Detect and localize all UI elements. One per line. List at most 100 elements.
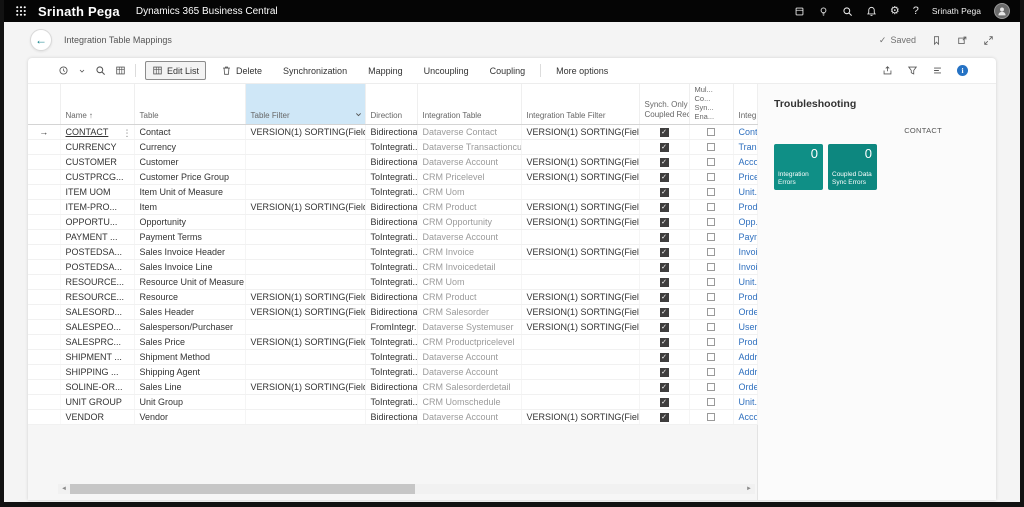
cell-multi-company-sync[interactable] (689, 244, 733, 259)
cell-table-filter[interactable]: VERSION(1) SORTING(Field1) W... (245, 199, 365, 214)
cell-table-filter[interactable]: VERSION(1) SORTING(Field1) W... (245, 124, 365, 139)
table-row[interactable]: UNIT GROUPUnit GroupToIntegrati...CRM Uo… (28, 394, 757, 409)
cell-integration-table[interactable]: CRM Productpricelevel (417, 334, 521, 349)
row-selector[interactable] (28, 154, 60, 169)
cell-integration-table-filter[interactable]: VERSION(1) SORTING(Field1) W... (521, 289, 639, 304)
checkbox-checked-icon[interactable]: ✓ (660, 338, 669, 347)
delete-button[interactable]: Delete (215, 62, 268, 79)
cell-integration-table-filter[interactable]: VERSION(1) SORTING(Field1) W... (521, 169, 639, 184)
table-row[interactable]: SALESORD...Sales HeaderVERSION(1) SORTIN… (28, 304, 757, 319)
cell-integration-field-caption[interactable]: Invoi... (733, 259, 757, 274)
coupled-data-sync-errors-tile[interactable]: 0 Coupled Data Sync Errors (828, 144, 877, 190)
cell-direction[interactable]: ToIntegrati... (365, 139, 417, 154)
cell-multi-company-sync[interactable] (689, 184, 733, 199)
row-selector[interactable] (28, 349, 60, 364)
checkbox-unchecked-icon[interactable] (707, 158, 715, 166)
cell-direction[interactable]: ToIntegrati... (365, 349, 417, 364)
checkbox-unchecked-icon[interactable] (707, 308, 715, 316)
cell-name[interactable]: POSTEDSA... (60, 259, 134, 274)
cell-direction[interactable]: Bidirectional (365, 154, 417, 169)
cell-multi-company-sync[interactable] (689, 319, 733, 334)
table-row[interactable]: PAYMENT ...Payment TermsToIntegrati...Da… (28, 229, 757, 244)
cell-table-filter[interactable] (245, 409, 365, 424)
cell-name[interactable]: SALESPRC... (60, 334, 134, 349)
row-selector[interactable] (28, 334, 60, 349)
record-name-link[interactable]: RESOURCE... (66, 277, 125, 287)
cell-integration-table-filter[interactable]: VERSION(1) SORTING(Field1) W... (521, 214, 639, 229)
cell-integration-field-caption[interactable]: Orde... (733, 379, 757, 394)
checkbox-checked-icon[interactable]: ✓ (660, 323, 669, 332)
row-selector[interactable] (28, 409, 60, 424)
column-header-multi-company[interactable]: Mul...Co...Syn...Ena... (689, 84, 733, 124)
cell-sync-only-coupled[interactable]: ✓ (639, 289, 689, 304)
checkbox-checked-icon[interactable]: ✓ (660, 308, 669, 317)
row-selector[interactable] (28, 169, 60, 184)
cell-multi-company-sync[interactable] (689, 364, 733, 379)
checkbox-checked-icon[interactable]: ✓ (660, 353, 669, 362)
cell-integration-table[interactable]: CRM Product (417, 289, 521, 304)
checkbox-unchecked-icon[interactable] (707, 353, 715, 361)
checkbox-unchecked-icon[interactable] (707, 293, 715, 301)
record-name-link[interactable]: RESOURCE... (66, 292, 125, 302)
cell-name[interactable]: CURRENCY (60, 139, 134, 154)
row-selector[interactable] (28, 364, 60, 379)
bookmark-icon[interactable] (931, 35, 942, 46)
cell-table-filter[interactable] (245, 259, 365, 274)
cell-name[interactable]: SOLINE-OR... (60, 379, 134, 394)
cell-integration-table-filter[interactable]: VERSION(1) SORTING(Field1) W... (521, 319, 639, 334)
cell-multi-company-sync[interactable] (689, 274, 733, 289)
cell-direction[interactable]: ToIntegrati... (365, 364, 417, 379)
cell-integration-table[interactable]: Dataverse Systemuser (417, 319, 521, 334)
scroll-right-icon[interactable]: ► (743, 484, 755, 494)
cell-sync-only-coupled[interactable]: ✓ (639, 199, 689, 214)
checkbox-checked-icon[interactable]: ✓ (660, 188, 669, 197)
info-icon[interactable]: i (957, 65, 968, 76)
table-row[interactable]: SOLINE-OR...Sales LineVERSION(1) SORTING… (28, 379, 757, 394)
cell-integration-table-filter[interactable] (521, 229, 639, 244)
record-name-link[interactable]: PAYMENT ... (66, 232, 118, 242)
cell-table[interactable]: Opportunity (134, 214, 245, 229)
cell-name[interactable]: UNIT GROUP (60, 394, 134, 409)
cell-name[interactable]: SHIPPING ... (60, 364, 134, 379)
horizontal-scrollbar[interactable]: ◄ ► (58, 484, 755, 494)
cell-integration-field-caption[interactable]: Invoi... (733, 244, 757, 259)
cell-table[interactable]: Sales Line (134, 379, 245, 394)
cell-name[interactable]: VENDOR (60, 409, 134, 424)
cell-integration-field-caption[interactable]: Unit... (733, 184, 757, 199)
cell-table[interactable]: Payment Terms (134, 229, 245, 244)
table-row[interactable]: SHIPMENT ...Shipment MethodToIntegrati..… (28, 349, 757, 364)
cell-direction[interactable]: Bidirectional (365, 379, 417, 394)
checkbox-unchecked-icon[interactable] (707, 233, 715, 241)
cell-table-filter[interactable] (245, 154, 365, 169)
integration-errors-tile[interactable]: 0 Integration Errors (774, 144, 823, 190)
cell-integration-field-caption[interactable]: Addr... (733, 364, 757, 379)
cell-name[interactable]: SHIPMENT ... (60, 349, 134, 364)
cell-integration-table-filter[interactable] (521, 379, 639, 394)
checkbox-checked-icon[interactable]: ✓ (660, 383, 669, 392)
table-row[interactable]: →CONTACT⋮ContactVERSION(1) SORTING(Field… (28, 124, 757, 139)
cell-multi-company-sync[interactable] (689, 304, 733, 319)
uncoupling-menu[interactable]: Uncoupling (418, 63, 475, 79)
cell-multi-company-sync[interactable] (689, 214, 733, 229)
record-name-link[interactable]: CONTACT (66, 127, 109, 137)
expand-icon[interactable] (983, 35, 994, 46)
record-name-link[interactable]: SALESORD... (66, 307, 123, 317)
user-name-label[interactable]: Srinath Pega (932, 6, 981, 16)
row-selector[interactable] (28, 199, 60, 214)
record-name-link[interactable]: ITEM-PRO... (66, 202, 118, 212)
column-header-integration-field[interactable]: Integ... (733, 84, 757, 124)
cell-table-filter[interactable] (245, 244, 365, 259)
checkbox-unchecked-icon[interactable] (707, 218, 715, 226)
cell-table-filter[interactable] (245, 319, 365, 334)
cell-sync-only-coupled[interactable]: ✓ (639, 274, 689, 289)
cell-integration-field-caption[interactable]: Opp... (733, 214, 757, 229)
user-avatar[interactable] (994, 3, 1010, 19)
cell-integration-table-filter[interactable] (521, 334, 639, 349)
column-header-name[interactable]: Name↑ (60, 84, 134, 124)
environment-icon[interactable] (794, 6, 805, 17)
cell-name[interactable]: ITEM UOM (60, 184, 134, 199)
checkbox-checked-icon[interactable]: ✓ (660, 278, 669, 287)
cell-integration-table-filter[interactable]: VERSION(1) SORTING(Field1) W... (521, 199, 639, 214)
cell-name[interactable]: PAYMENT ... (60, 229, 134, 244)
cell-direction[interactable]: ToIntegrati... (365, 169, 417, 184)
